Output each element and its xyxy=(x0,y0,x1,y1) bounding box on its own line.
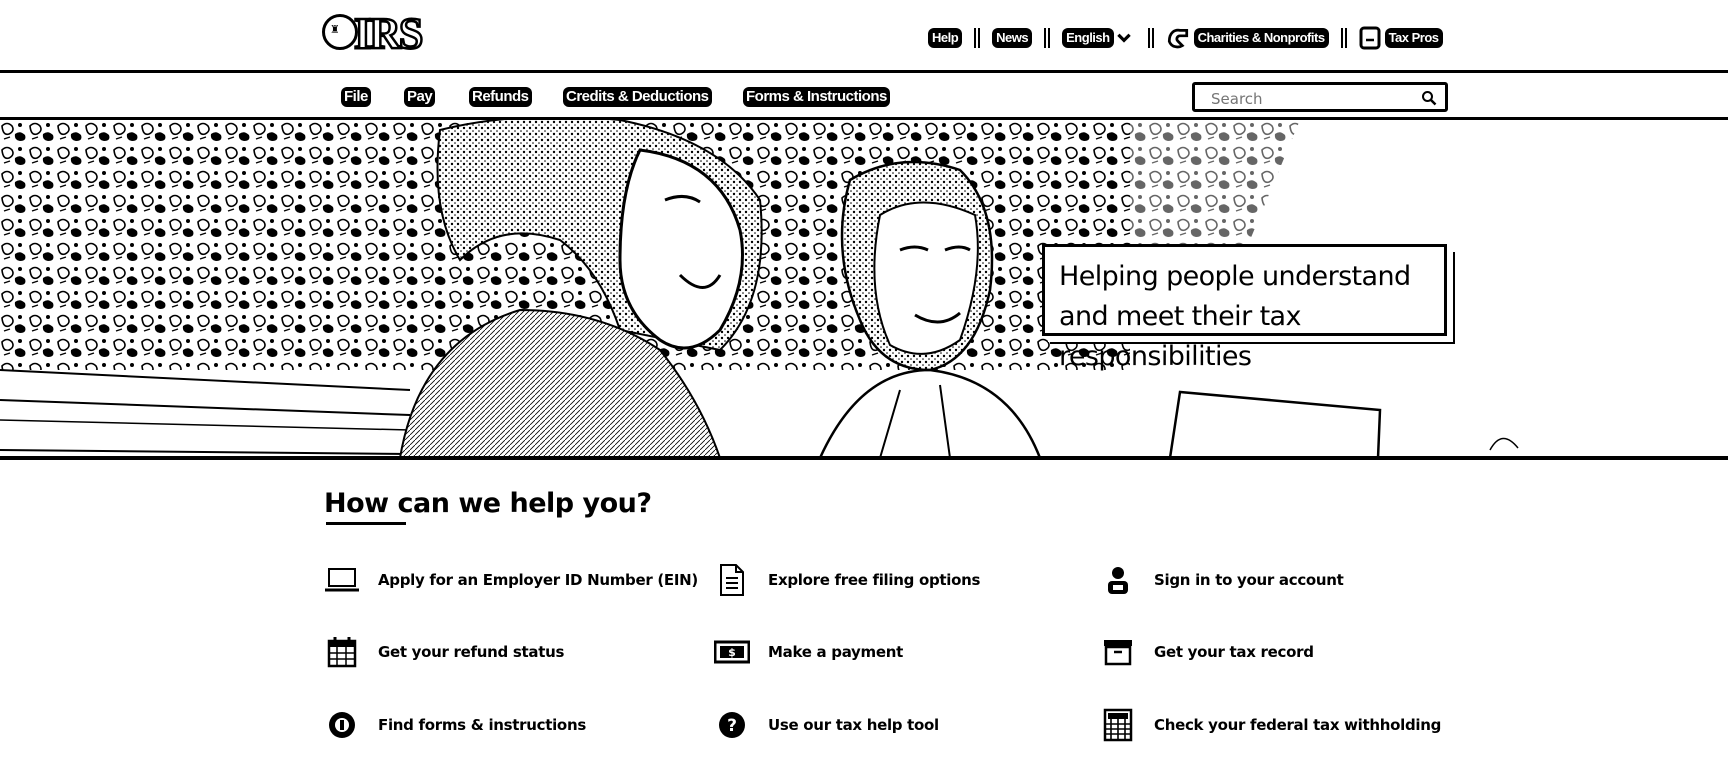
language-selector[interactable]: English xyxy=(1062,28,1135,48)
news-link[interactable]: News xyxy=(992,28,1033,48)
handshake-icon xyxy=(1167,28,1188,49)
tile-label: Apply for an Employer ID Number (EIN) xyxy=(378,571,698,589)
question-circle-icon: ? xyxy=(714,707,750,743)
hero-image xyxy=(0,120,1728,458)
tile-refund-status[interactable]: Get your refund status xyxy=(324,634,564,670)
main-nav: File Pay Refunds Credits & Deductions Fo… xyxy=(0,70,1728,118)
tile-label: Find forms & instructions xyxy=(378,716,586,734)
divider xyxy=(974,28,981,48)
tile-label: Get your tax record xyxy=(1154,643,1314,661)
help-section-title: How can we help you? xyxy=(324,488,652,519)
tile-tax-record[interactable]: Get your tax record xyxy=(1100,634,1314,670)
hero-tagline: Helping people understand and meet their… xyxy=(1059,261,1411,372)
irs-logo[interactable]: ♜ IRS xyxy=(322,8,432,59)
help-link[interactable]: Help xyxy=(928,28,963,48)
calendar-icon xyxy=(324,634,360,670)
tax-pros-label: Tax Pros xyxy=(1384,28,1443,48)
tax-pros-link[interactable]: Tax Pros xyxy=(1359,25,1443,51)
archive-box-icon xyxy=(1100,634,1136,670)
nav-forms-instructions[interactable]: Forms & Instructions xyxy=(743,87,890,107)
money-icon: $ xyxy=(714,634,750,670)
divider xyxy=(1044,28,1051,48)
charities-link[interactable]: Charities & Nonprofits xyxy=(1166,26,1329,50)
svg-text:$: $ xyxy=(728,646,736,659)
id-badge-icon xyxy=(1359,26,1381,50)
irs-eagle-seal-icon: ♜ xyxy=(322,14,358,50)
tile-label: Sign in to your account xyxy=(1154,571,1344,589)
user-icon xyxy=(1100,562,1136,598)
nav-forms-label: Forms & Instructions xyxy=(743,87,890,107)
title-underline xyxy=(326,522,406,525)
laptop-icon xyxy=(324,562,360,598)
irs-logo-text: IRS xyxy=(353,8,425,60)
tile-label: Use our tax help tool xyxy=(768,716,939,734)
divider xyxy=(1147,28,1154,48)
tile-make-payment[interactable]: $ Make a payment xyxy=(714,634,903,670)
nav-refunds[interactable]: Refunds xyxy=(469,87,532,107)
hero-tagline-box: Helping people understand and meet their… xyxy=(1042,244,1447,372)
search-input[interactable] xyxy=(1209,88,1413,110)
tile-find-forms[interactable]: Find forms & instructions xyxy=(324,707,586,743)
info-circle-icon xyxy=(324,707,360,743)
tile-free-filing[interactable]: Explore free filing options xyxy=(714,562,980,598)
tile-label: Check your federal tax withholding xyxy=(1154,716,1442,734)
hero-bottom-border xyxy=(0,456,1728,460)
svg-text:?: ? xyxy=(727,716,737,736)
top-header: ♜ IRS Help News English Charities & Nonp… xyxy=(0,0,1728,70)
chevron-down-icon xyxy=(1116,33,1131,43)
charities-label: Charities & Nonprofits xyxy=(1193,28,1329,48)
nav-pay-label: Pay xyxy=(404,87,436,107)
document-icon xyxy=(714,562,750,598)
tile-tax-help-tool[interactable]: ? Use our tax help tool xyxy=(714,707,939,743)
language-label: English xyxy=(1062,28,1114,48)
tile-sign-in[interactable]: Sign in to your account xyxy=(1100,562,1344,598)
utility-nav: Help News English Charities & Nonprofits… xyxy=(928,26,1443,50)
nav-credits-deductions[interactable]: Credits & Deductions xyxy=(563,87,712,107)
tile-federal-withholding[interactable]: Check your federal tax withholding xyxy=(1100,707,1441,743)
tile-label: Make a payment xyxy=(768,643,903,661)
nav-refunds-label: Refunds xyxy=(469,87,532,107)
tile-apply-ein[interactable]: Apply for an Employer ID Number (EIN) xyxy=(324,562,698,598)
hero-photo-people-icon xyxy=(0,120,1519,458)
search-icon[interactable] xyxy=(1421,90,1437,106)
tile-label: Explore free filing options xyxy=(768,571,981,589)
nav-pay[interactable]: Pay xyxy=(404,87,436,107)
tile-label: Get your refund status xyxy=(378,643,565,661)
nav-credits-label: Credits & Deductions xyxy=(563,87,712,107)
divider xyxy=(1340,28,1347,48)
calculator-icon xyxy=(1100,707,1136,743)
search-box xyxy=(1192,82,1448,112)
nav-file[interactable]: File xyxy=(341,87,371,107)
nav-file-label: File xyxy=(341,87,371,107)
